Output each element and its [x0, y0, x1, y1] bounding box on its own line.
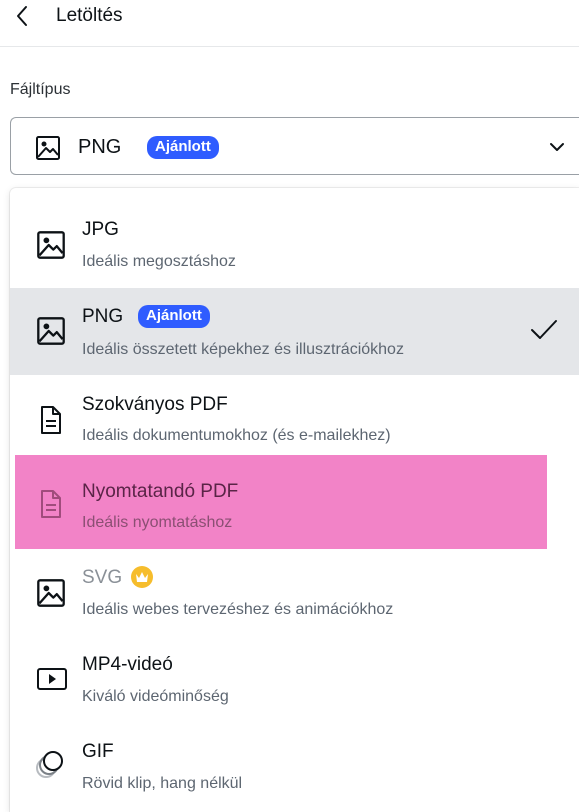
chevron-down-icon — [550, 143, 564, 151]
image-icon — [37, 231, 65, 259]
image-icon — [37, 317, 65, 345]
file-type-select[interactable]: PNG Ajánlott — [10, 117, 579, 175]
option-png[interactable]: PNG Ajánlott Ideális összetett képekhez … — [10, 288, 579, 375]
recommended-badge: Ajánlott — [138, 305, 210, 328]
option-description: Rövid klip, hang nélkül — [82, 775, 243, 792]
option-standard-pdf[interactable]: Szokványos PDF Ideális dokumentumokhoz (… — [10, 375, 579, 462]
chevron-left-icon — [17, 6, 27, 26]
gif-circles-icon — [36, 751, 63, 778]
option-description: Ideális dokumentumokhoz (és e-mailekhez) — [82, 427, 391, 444]
option-name: Nyomtatandó PDF — [82, 481, 239, 502]
page-title: Letöltés — [56, 5, 123, 26]
option-gif[interactable]: GIF Rövid klip, hang nélkül — [10, 723, 579, 810]
option-description: Ideális megosztáshoz — [82, 253, 236, 270]
file-type-label: Fájltípus — [10, 81, 71, 98]
option-name: MP4-videó — [82, 654, 173, 675]
option-description: Ideális összetett képekhez és illusztrác… — [82, 341, 404, 358]
option-print-pdf[interactable]: Nyomtatandó PDF Ideális nyomtatáshoz — [15, 455, 547, 549]
image-icon — [37, 579, 65, 607]
option-name: JPG — [82, 219, 119, 240]
header: Letöltés — [0, 0, 579, 47]
video-play-icon — [37, 668, 67, 690]
image-icon — [36, 136, 60, 160]
option-description: Ideális nyomtatáshoz — [82, 514, 233, 531]
option-svg[interactable]: SVG Ideális webes tervezéshez és animáci… — [10, 549, 579, 636]
selected-file-type: PNG — [78, 136, 122, 158]
option-description: Ideális webes tervezéshez és animációkho… — [82, 601, 394, 618]
option-description: Kiváló videóminőség — [82, 688, 229, 705]
recommended-badge: Ajánlott — [147, 136, 219, 159]
option-name: PNG — [82, 306, 124, 327]
document-icon — [41, 490, 61, 518]
crown-icon — [131, 566, 153, 588]
document-icon — [41, 406, 61, 434]
option-name: Szokványos PDF — [82, 394, 228, 415]
option-jpg[interactable]: JPG Ideális megosztáshoz — [10, 188, 579, 275]
file-type-dropdown: JPG Ideális megosztáshoz PNG Ajánlott Id… — [10, 188, 579, 812]
option-name: GIF — [82, 741, 114, 762]
checkmark-icon — [531, 320, 557, 339]
back-button[interactable] — [10, 4, 34, 28]
option-name: SVG — [82, 567, 123, 588]
option-mp4-video[interactable]: MP4-videó Kiváló videóminőség — [10, 636, 579, 723]
